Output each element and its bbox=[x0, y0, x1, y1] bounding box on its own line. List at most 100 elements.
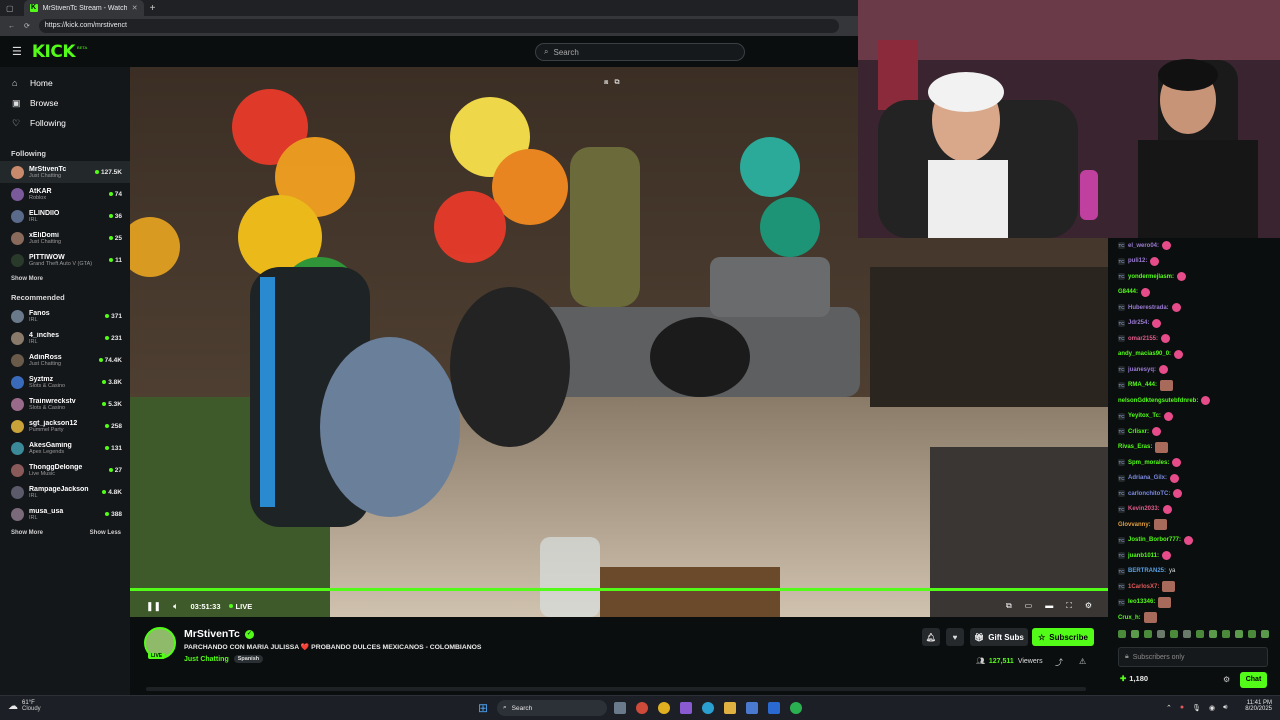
chat-username[interactable]: omar2155: bbox=[1128, 336, 1158, 342]
back-icon[interactable]: ← bbox=[8, 23, 15, 30]
sidebar-channel-row[interactable]: Syztmz Slots & Casino 3.8K bbox=[0, 371, 130, 393]
sidebar-channel-row[interactable]: sgt_jackson12 Pummel Party 258 bbox=[0, 415, 130, 437]
emote-icon[interactable] bbox=[1248, 630, 1256, 638]
emote-icon[interactable] bbox=[1183, 630, 1191, 638]
chat-username[interactable]: RMA_444: bbox=[1128, 382, 1157, 388]
emote-icon[interactable] bbox=[1131, 630, 1139, 638]
emote-icon[interactable] bbox=[1261, 630, 1269, 638]
menu-icon[interactable]: ☰ bbox=[12, 45, 22, 58]
video-progress-bar[interactable] bbox=[130, 588, 1108, 591]
chat-username[interactable]: Kevin2033: bbox=[1128, 506, 1160, 512]
sidebar-channel-row[interactable]: AkesGaming Apex Legends 131 bbox=[0, 437, 130, 459]
chat-username[interactable]: carlonchitoTC: bbox=[1128, 491, 1170, 497]
stream-category-link[interactable]: Just Chatting bbox=[184, 656, 229, 663]
weather-widget[interactable]: ☁ 61°F Cloudy bbox=[8, 700, 41, 712]
emote-icon[interactable] bbox=[1170, 630, 1178, 638]
chat-username[interactable]: Jostin_Borbor777: bbox=[1128, 537, 1181, 543]
sidebar-channel-row[interactable]: ELINDIIO IRL 36 bbox=[0, 205, 130, 227]
kick-logo[interactable]: KICK bbox=[32, 42, 76, 62]
page-scrollbar[interactable] bbox=[146, 687, 1086, 691]
browser-tab[interactable]: K MrStivenTc Stream - Watch ... ✕ bbox=[23, 0, 144, 16]
pip-icon[interactable]: ⧉ bbox=[1006, 601, 1012, 611]
chat-username[interactable]: nelsonGdktengsutebfdnreb: bbox=[1118, 398, 1198, 404]
chat-send-button[interactable]: Chat bbox=[1240, 672, 1267, 688]
language-tag[interactable]: Spanish bbox=[233, 655, 264, 663]
emote-icon[interactable] bbox=[1144, 630, 1152, 638]
sidebar-channel-row[interactable]: Trainwreckstv Slots & Casino 5.3K bbox=[0, 393, 130, 415]
chat-username[interactable]: 1CarlosX7: bbox=[1128, 584, 1159, 590]
reload-icon[interactable]: ⟳ bbox=[24, 22, 30, 30]
emote-icon[interactable] bbox=[1235, 630, 1243, 638]
emote-icon[interactable] bbox=[1209, 630, 1217, 638]
taskbar-clock[interactable]: 11:41 PM 8/20/2025 bbox=[1236, 700, 1272, 712]
follow-button[interactable]: ♥ bbox=[946, 628, 964, 646]
sidebar-channel-row[interactable]: xEliDomi Just Chatting 25 bbox=[0, 227, 130, 249]
report-icon[interactable]: ⚠ bbox=[1079, 657, 1086, 666]
chat-username[interactable]: BERTRAN25: bbox=[1128, 568, 1166, 574]
clip-icon[interactable]: ⧉ bbox=[614, 79, 619, 87]
wifi-icon[interactable]: ◉ bbox=[1209, 704, 1215, 712]
mic-icon[interactable]: 🎙︎ bbox=[1192, 704, 1201, 712]
chat-username[interactable]: yondermejlasm: bbox=[1128, 274, 1174, 280]
channel-name[interactable]: MrStivenTc bbox=[184, 628, 240, 640]
file-explorer-icon[interactable] bbox=[724, 702, 736, 714]
app-icon[interactable] bbox=[680, 702, 692, 714]
url-field[interactable]: https://kick.com/mrstivenct bbox=[38, 19, 839, 33]
chat-username[interactable]: juanesyq: bbox=[1128, 367, 1156, 373]
show-more-button[interactable]: Show More bbox=[11, 530, 43, 536]
chat-username[interactable]: juanb1011: bbox=[1128, 553, 1159, 559]
sidebar-channel-row[interactable]: AdinRoss Just Chatting 74.4K bbox=[0, 349, 130, 371]
chat-username[interactable]: andy_macias90_0: bbox=[1118, 351, 1171, 357]
volume-icon[interactable]: 🔈︎ bbox=[173, 601, 178, 612]
chat-username[interactable]: G8444: bbox=[1118, 289, 1138, 295]
chat-username[interactable]: Jdr254: bbox=[1128, 320, 1149, 326]
close-tab-icon[interactable]: ✕ bbox=[132, 4, 138, 12]
whatsapp-icon[interactable] bbox=[790, 702, 802, 714]
edge-icon[interactable] bbox=[702, 702, 714, 714]
chat-username[interactable]: leo13346: bbox=[1128, 599, 1155, 605]
store-icon[interactable] bbox=[746, 702, 758, 714]
windows-start-icon[interactable]: ⊞ bbox=[478, 701, 488, 715]
taskbar-search[interactable]: ⌕ Search bbox=[497, 700, 607, 716]
gift-subs-button[interactable]: 🎁︎ Gift Subs bbox=[970, 628, 1028, 646]
notification-bell-button[interactable]: 🔔︎ bbox=[922, 628, 940, 646]
task-view-icon[interactable] bbox=[614, 702, 626, 714]
chat-username[interactable]: Huberestrada: bbox=[1128, 305, 1169, 311]
channel-points[interactable]: ✚ 1,180 bbox=[1120, 674, 1148, 683]
following-show-more-button[interactable]: Show More bbox=[11, 276, 43, 282]
share-icon[interactable]: ⤴ bbox=[1055, 657, 1063, 668]
chat-username[interactable]: el_wero04: bbox=[1128, 243, 1159, 249]
chat-username[interactable]: Glovvanny: bbox=[1118, 522, 1151, 528]
pause-icon[interactable]: ❚❚ bbox=[146, 601, 161, 612]
chat-settings-icon[interactable]: ⚙ bbox=[1223, 675, 1230, 684]
settings-gear-icon[interactable]: ⚙ bbox=[1085, 601, 1092, 611]
emote-icon[interactable] bbox=[1222, 630, 1230, 638]
speaker-icon[interactable]: 🔊︎ bbox=[1223, 704, 1227, 712]
show-less-button[interactable]: Show Less bbox=[90, 530, 121, 536]
sidebar-channel-row[interactable]: AtKAR Roblox 74 bbox=[0, 183, 130, 205]
sidebar-channel-row[interactable]: PITTIWOW Grand Theft Auto V (GTA) 11 bbox=[0, 249, 130, 271]
search-input[interactable]: ⌕ Search bbox=[535, 43, 745, 61]
fullscreen-icon[interactable]: ⛶ bbox=[1066, 601, 1072, 611]
chat-username[interactable]: Adriana_Gilx: bbox=[1128, 475, 1167, 481]
theater-icon[interactable]: ▬ bbox=[1045, 601, 1053, 611]
chat-username[interactable]: Crux_h: bbox=[1118, 615, 1141, 621]
chat-input[interactable]: 🔒︎ Subscribers only bbox=[1118, 647, 1268, 667]
subscribe-button[interactable]: ☆ Subscribe bbox=[1032, 628, 1094, 646]
emote-icon[interactable] bbox=[1196, 630, 1204, 638]
sidebar-channel-row[interactable]: musa_usa IRL 388 bbox=[0, 503, 130, 525]
sidebar-channel-row[interactable]: Fanos IRL 371 bbox=[0, 305, 130, 327]
sidebar-nav-following[interactable]: ♡ Following bbox=[0, 113, 130, 133]
outlook-icon[interactable] bbox=[768, 702, 780, 714]
tray-app-icon[interactable]: ● bbox=[1180, 704, 1184, 712]
theater-mode-icon[interactable]: ⧈ bbox=[604, 79, 608, 87]
chat-username[interactable]: Crlisxr: bbox=[1128, 429, 1149, 435]
new-tab-button[interactable]: + bbox=[150, 3, 156, 14]
sidebar-channel-row[interactable]: 4_inches IRL 231 bbox=[0, 327, 130, 349]
sidebar-channel-row[interactable]: RampageJackson IRL 4.8K bbox=[0, 481, 130, 503]
chat-username[interactable]: Spm_morales: bbox=[1128, 460, 1169, 466]
chat-username[interactable]: Rivas_Eras: bbox=[1118, 444, 1152, 450]
emote-icon[interactable] bbox=[1118, 630, 1126, 638]
chrome-icon[interactable] bbox=[658, 702, 670, 714]
window-icon[interactable]: ▢ bbox=[6, 4, 14, 13]
